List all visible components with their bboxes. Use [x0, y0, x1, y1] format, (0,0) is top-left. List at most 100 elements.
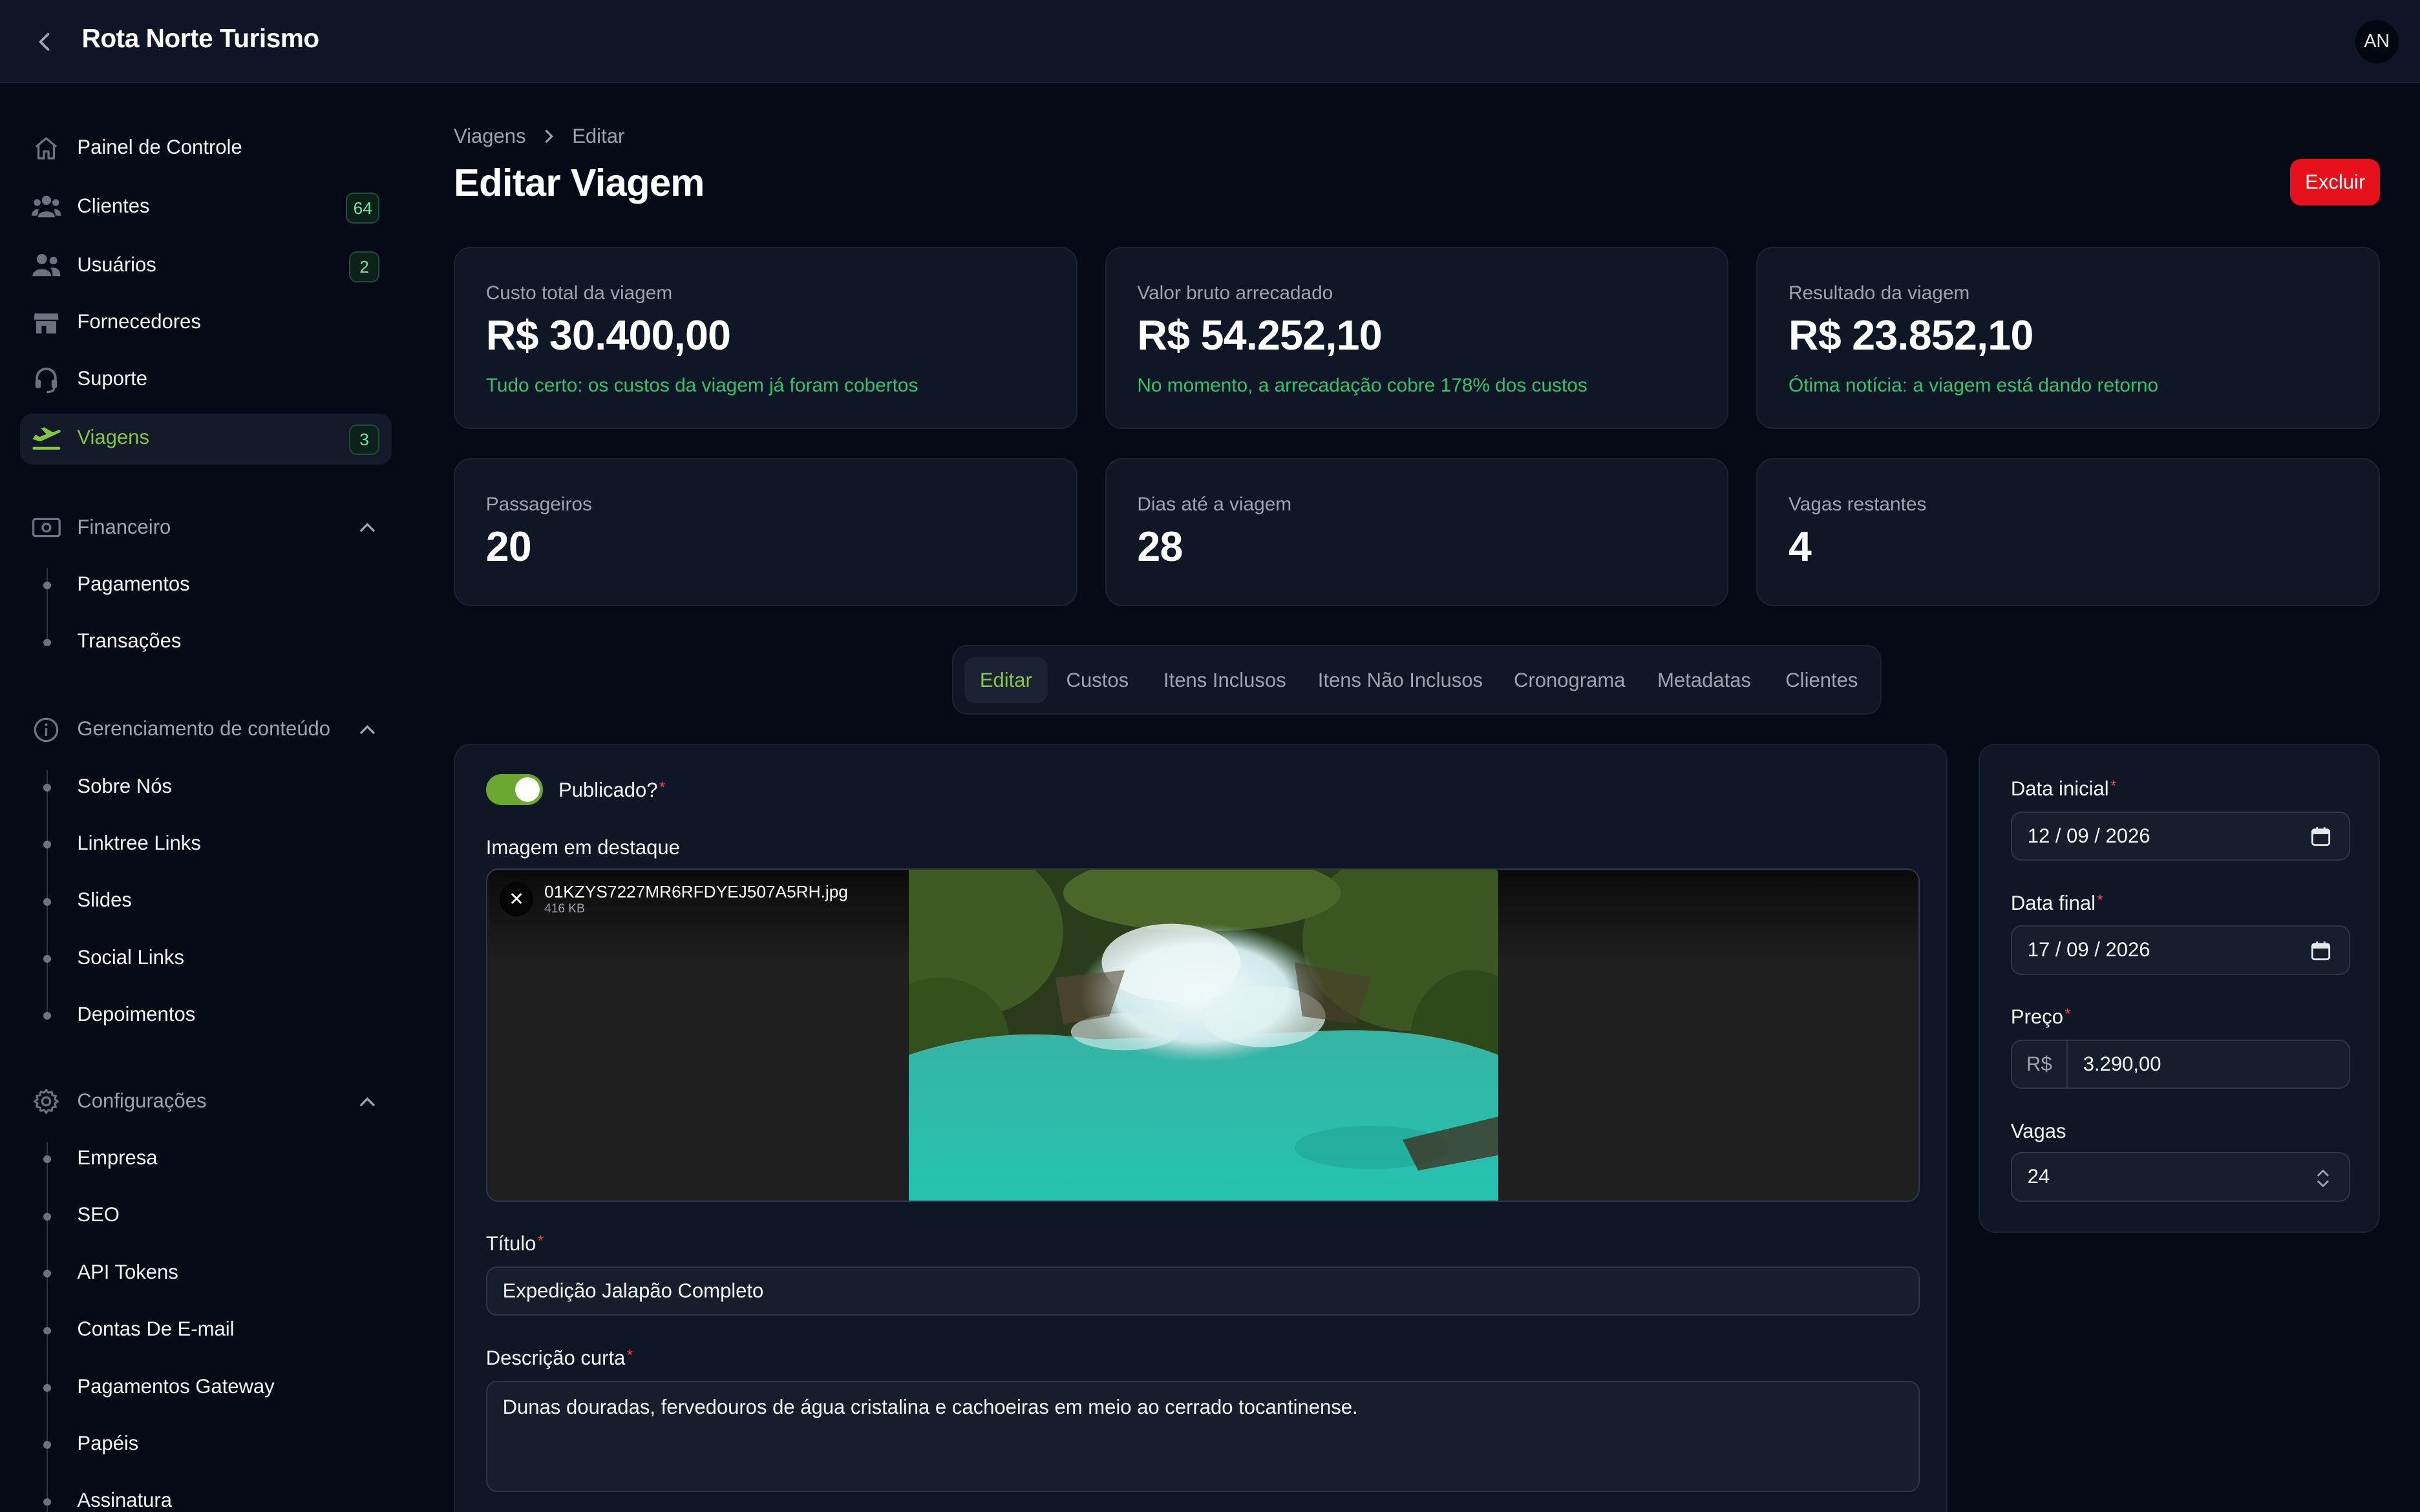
- app-title[interactable]: Rota Norte Turismo: [82, 23, 320, 54]
- chevron-up-icon[interactable]: [358, 1093, 377, 1111]
- stat-value: R$ 23.852,10: [1788, 311, 2033, 359]
- stat-card-passengers: Passageiros 20: [454, 458, 1077, 607]
- chevron-right-icon: [546, 130, 554, 143]
- stat-description: Tudo certo: os custos da viagem já foram…: [485, 374, 918, 396]
- tab-itens-inclusos[interactable]: Itens Inclusos: [1148, 657, 1301, 704]
- sidebar-item-fornecedores[interactable]: Fornecedores: [20, 298, 392, 349]
- tree-dot: [43, 1270, 51, 1278]
- sidebar-item-seo[interactable]: SEO: [20, 1196, 392, 1236]
- delete-button[interactable]: Excluir: [2290, 158, 2380, 205]
- calendar-icon[interactable]: [2311, 826, 2331, 846]
- sidebar-item-api-tokens[interactable]: API Tokens: [20, 1253, 392, 1293]
- sidebar-item-painel[interactable]: Painel de Controle: [20, 123, 392, 174]
- tab-clientes[interactable]: Clientes: [1770, 657, 1873, 704]
- tree-dot: [43, 955, 51, 963]
- stat-label: Custo total da viagem: [485, 282, 673, 304]
- page-title: Editar Viagem: [454, 161, 705, 205]
- tree-dot: [43, 783, 51, 792]
- chevron-up-icon[interactable]: [358, 518, 377, 537]
- tree-dot: [43, 1383, 51, 1392]
- start-date-input[interactable]: 12 / 09 / 2026: [2010, 811, 2351, 861]
- sidebar-item-depoimentos[interactable]: Depoimentos: [20, 995, 392, 1035]
- sidebar-item-clientes[interactable]: Clientes 64: [20, 182, 392, 233]
- end-date-input[interactable]: 17 / 09 / 2026: [2010, 925, 2351, 975]
- end-date-value: 17 / 09 / 2026: [2027, 938, 2150, 961]
- tab-metadatas[interactable]: Metadatas: [1642, 657, 1767, 704]
- sidebar: Painel de Controle Clientes 64 Usuários …: [0, 83, 414, 1512]
- breadcrumb: Viagens Editar: [454, 125, 624, 148]
- stat-label: Valor bruto arrecadado: [1137, 282, 1333, 304]
- breadcrumb-parent[interactable]: Viagens: [454, 125, 526, 148]
- description-textarea[interactable]: Dunas douradas, fervedouros de água cris…: [485, 1380, 1920, 1492]
- sidebar-item-label: Viagens: [77, 426, 149, 449]
- user-group-icon: [31, 250, 62, 281]
- tab-cronograma[interactable]: Cronograma: [1498, 657, 1640, 704]
- chevron-up-icon[interactable]: [358, 720, 377, 739]
- tab-editar[interactable]: Editar: [964, 656, 1048, 704]
- toggle-knob: [515, 777, 540, 803]
- sidebar-item-label: Clientes: [77, 194, 150, 217]
- sidebar-item-social-links[interactable]: Social Links: [20, 938, 392, 978]
- sidebar-item-viagens[interactable]: Viagens 3: [20, 413, 392, 465]
- sidebar-item-contas-email[interactable]: Contas De E-mail: [20, 1310, 392, 1350]
- sidebar-item-pagamentos-gateway[interactable]: Pagamentos Gateway: [20, 1367, 392, 1407]
- sidebar-item-slides[interactable]: Slides: [20, 881, 392, 921]
- group-configuracoes[interactable]: Configurações: [20, 1083, 392, 1120]
- sidebar-item-assinatura[interactable]: Assinatura: [20, 1481, 392, 1512]
- stat-value: 20: [485, 523, 532, 571]
- group-financeiro[interactable]: Financeiro: [20, 509, 392, 546]
- stat-value: R$ 54.252,10: [1137, 311, 1382, 359]
- price-input[interactable]: R$ 3.290,00: [2010, 1039, 2351, 1089]
- sidebar-item-suporte[interactable]: Suporte: [20, 355, 392, 406]
- sidebar-item-label: Fornecedores: [77, 310, 201, 333]
- published-toggle[interactable]: [485, 774, 544, 806]
- sidebar-item-sobre-nos[interactable]: Sobre Nós: [20, 767, 392, 807]
- title-input[interactable]: Expedição Jalapão Completo: [485, 1266, 1920, 1316]
- tree-dot: [43, 1012, 51, 1020]
- trip-details-card: Data inicial * 12 / 09 / 2026 Data final *…: [1979, 743, 2380, 1233]
- stat-card-seats: Vagas restantes 4: [1756, 458, 2380, 607]
- info-icon: [31, 715, 62, 746]
- tree-dot: [43, 841, 51, 849]
- back-icon[interactable]: [28, 25, 62, 59]
- calendar-icon[interactable]: [2311, 941, 2331, 961]
- tab-itens-nao-inclusos[interactable]: Itens Não Inclusos: [1302, 657, 1498, 704]
- sidebar-item-pagamentos[interactable]: Pagamentos: [20, 565, 392, 605]
- tab-bar: Editar Custos Itens Inclusos Itens Não I…: [952, 645, 1882, 715]
- stat-card-days: Dias até a viagem 28: [1105, 458, 1729, 607]
- stepper-icon[interactable]: [2315, 1168, 2331, 1189]
- description-label: Descrição curta *: [485, 1347, 633, 1370]
- sidebar-item-transacoes[interactable]: Transações: [20, 622, 392, 662]
- sidebar-item-papeis[interactable]: Papéis: [20, 1424, 392, 1464]
- sidebar-item-label: Papéis: [77, 1431, 139, 1454]
- sidebar-item-usuarios[interactable]: Usuários 2: [20, 240, 392, 291]
- tree-dot: [43, 1441, 51, 1449]
- remove-image-button[interactable]: ✕: [499, 882, 534, 916]
- sidebar-item-label: Slides: [77, 888, 132, 912]
- start-date-value: 12 / 09 / 2026: [2027, 824, 2150, 847]
- tree-dot: [43, 1327, 51, 1335]
- tree-dot: [43, 582, 51, 590]
- sidebar-item-label: SEO: [77, 1203, 120, 1226]
- edit-form: Publicado? * Imagem em destaque ✕ 01KZYS…: [454, 743, 1948, 1512]
- sidebar-item-label: API Tokens: [77, 1260, 178, 1283]
- sidebar-item-empresa[interactable]: Empresa: [20, 1139, 392, 1179]
- sidebar-item-label: Social Links: [77, 945, 184, 969]
- sidebar-item-label: Assinatura: [77, 1489, 172, 1512]
- currency-prefix: R$: [2012, 1040, 2068, 1087]
- image-filename: 01KZYS7227MR6RFDYEJ507A5RH.jpg: [544, 882, 848, 902]
- seats-label: Vagas: [2010, 1120, 2066, 1143]
- tree-dot: [43, 898, 51, 906]
- image-dropzone[interactable]: ✕ 01KZYS7227MR6RFDYEJ507A5RH.jpg 416 KB: [485, 868, 1920, 1202]
- tree-dot: [43, 1155, 51, 1164]
- sidebar-item-linktree[interactable]: Linktree Links: [20, 824, 392, 864]
- avatar[interactable]: AN: [2355, 20, 2399, 63]
- seats-input[interactable]: 24: [2010, 1152, 2351, 1202]
- users-icon: [31, 191, 62, 222]
- group-conteudo[interactable]: Gerenciamento de conteúdo: [20, 711, 392, 748]
- tab-custos[interactable]: Custos: [1051, 657, 1144, 704]
- stat-label: Dias até a viagem: [1137, 493, 1292, 515]
- sidebar-item-label: Contas De E-mail: [77, 1318, 235, 1341]
- gear-icon: [31, 1086, 62, 1117]
- count-badge: 2: [348, 251, 380, 282]
